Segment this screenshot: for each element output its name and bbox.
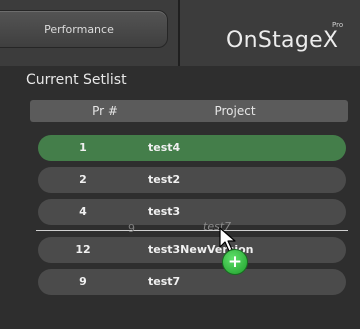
- app-logo: OnStageX: [226, 28, 339, 53]
- app-logo-edition: Pro: [332, 21, 344, 29]
- setlist-title: Current Setlist: [26, 72, 127, 88]
- tab-performance-label: Performance: [44, 22, 114, 36]
- setlist-row[interactable]: 4 test3: [38, 199, 346, 225]
- setlist-row[interactable]: 9 test7: [38, 269, 346, 295]
- row-number: 9: [79, 275, 87, 288]
- setlist-row[interactable]: 12 test3NewVersion: [38, 237, 346, 263]
- column-header-pr[interactable]: Pr #: [60, 100, 150, 122]
- setlist-row[interactable]: 2 test2: [38, 167, 346, 193]
- row-number: 2: [79, 173, 87, 186]
- drop-indicator-line: [36, 230, 348, 231]
- setlist-header-row: Pr # Project: [30, 100, 348, 122]
- drag-ghost-number: 9: [128, 222, 135, 235]
- row-number: 12: [75, 243, 91, 256]
- row-number: 4: [79, 205, 87, 218]
- row-project-name: test4: [148, 141, 181, 154]
- setlist-row[interactable]: 1 test4: [38, 135, 346, 161]
- plus-icon: +: [222, 249, 248, 275]
- add-badge-symbol: +: [227, 251, 243, 272]
- column-header-project[interactable]: Project: [160, 100, 310, 122]
- row-number: 1: [79, 141, 87, 154]
- row-project-name: test7: [148, 275, 181, 288]
- tab-performance[interactable]: Performance: [0, 10, 168, 48]
- row-project-name: test3: [148, 205, 181, 218]
- tab-divider: [178, 0, 180, 66]
- top-bar: Performance OnStageX Pro: [0, 0, 360, 66]
- row-project-name: test2: [148, 173, 181, 186]
